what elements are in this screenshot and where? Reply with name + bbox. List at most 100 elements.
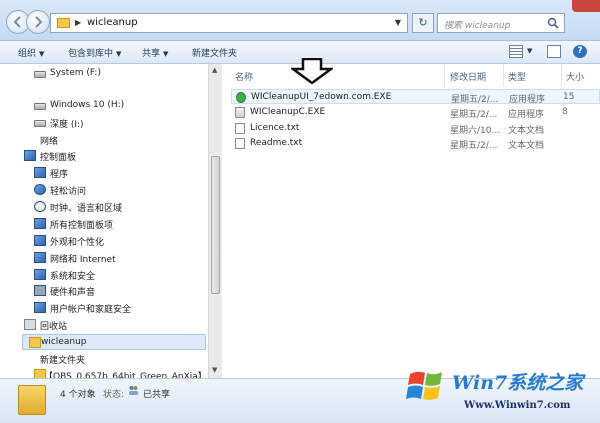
refresh-icon: ↻ <box>418 16 428 29</box>
nav-item-label: 控制面板 <box>40 153 77 163</box>
file-type: 文本文档 <box>508 141 545 151</box>
file-row[interactable]: Readme.txt 星期五/2/... 文本文档 <box>231 136 600 151</box>
system-security-icon <box>34 269 46 280</box>
navigation-pane: System (F:) Windows 10 (H:) 深度 (I:) 网络 控… <box>0 64 208 378</box>
preview-pane-icon[interactable] <box>547 45 561 58</box>
nav-item-label: 网络 <box>40 137 59 147</box>
new-folder-button[interactable]: 新建文件夹 <box>192 46 237 59</box>
network-internet-icon <box>34 252 46 263</box>
nav-item-label: 回收站 <box>40 322 68 332</box>
nav-item-label: 【OBS_0.657b_64bit_Green_AnXia】 <box>44 372 207 378</box>
folder-icon <box>18 385 46 415</box>
file-size: 8 <box>562 107 568 117</box>
explorer-window: ▶ wicleanup ▼ ↻ 搜索 wicleanup 组织 ▼ 包含到库中 ▼ … <box>0 0 600 423</box>
column-header-type[interactable]: 类型 <box>508 70 526 83</box>
watermark-brand: Win7系统之家 <box>452 372 584 394</box>
nav-item-label: 硬件和声音 <box>50 288 96 298</box>
view-dropdown-icon[interactable]: ▼ <box>527 47 532 55</box>
file-type: 文本文档 <box>508 126 545 136</box>
breadcrumb[interactable]: wicleanup <box>87 17 138 28</box>
column-separator[interactable] <box>503 64 504 86</box>
file-date: 星期六/10... <box>450 126 501 136</box>
nav-item-all-control-panel-items[interactable]: 所有控制面板项 <box>34 216 204 232</box>
share-menu[interactable]: 共享 ▼ <box>142 46 168 59</box>
file-name: WICleanupUI_7edown.com.EXE <box>251 92 392 102</box>
nav-item-label: 网络和 Internet <box>50 255 116 265</box>
nav-item-windows-10-h[interactable]: Windows 10 (H:) <box>34 98 204 114</box>
column-header-size[interactable]: 大小 <box>566 70 584 83</box>
organize-menu[interactable]: 组织 ▼ <box>18 46 44 59</box>
nav-item-system-f[interactable]: System (F:) <box>34 66 204 82</box>
nav-item-network[interactable]: 网络 <box>40 132 200 148</box>
file-row[interactable]: WICleanupUI_7edown.com.EXE 星期五/2/... 应用程… <box>231 89 600 105</box>
drive-icon <box>34 120 46 127</box>
nav-item-programs[interactable]: 程序 <box>34 165 204 181</box>
scrollbar-thumb[interactable] <box>211 156 220 294</box>
nav-item-label: 程序 <box>50 170 69 180</box>
watermark-url: Www.Winwin7.com <box>464 400 571 411</box>
column-separator[interactable] <box>561 64 562 86</box>
state-label: 状态: <box>103 390 125 400</box>
user-accounts-icon <box>34 302 46 313</box>
nav-item-accessibility[interactable]: 轻松访问 <box>34 182 204 198</box>
navigation-scrollbar[interactable]: ▲ ▼ <box>208 64 222 378</box>
forward-button[interactable] <box>26 10 50 34</box>
include-in-library-menu[interactable]: 包含到库中 ▼ <box>68 46 121 59</box>
nav-item-new-folder[interactable]: 新建文件夹 <box>40 351 200 367</box>
recycle-bin-icon <box>24 319 36 330</box>
file-date: 星期五/2/... <box>450 141 498 151</box>
nav-item-label: System (F:) <box>50 68 101 78</box>
search-icon[interactable] <box>547 17 559 29</box>
text-file-icon <box>235 123 245 134</box>
search-box[interactable]: 搜索 wicleanup <box>437 13 565 33</box>
address-dropdown-icon[interactable]: ▼ <box>395 18 401 27</box>
nav-item-label: 外观和个性化 <box>50 238 105 248</box>
watermark: Win7系统之家 Www.Winwin7.com <box>398 362 598 420</box>
control-panel-items-icon <box>34 218 46 229</box>
search-input[interactable]: 搜索 wicleanup <box>444 18 510 31</box>
nav-item-obs-folder[interactable]: 【OBS_0.657b_64bit_Green_AnXia】 <box>34 367 207 378</box>
column-header-date[interactable]: 修改日期 <box>450 70 486 83</box>
chevron-down-icon: ▼ <box>39 50 45 58</box>
nav-item-network-internet[interactable]: 网络和 Internet <box>34 250 204 266</box>
state-value: 已共享 <box>143 390 171 400</box>
chevron-down-icon: ▼ <box>116 50 122 58</box>
column-header-name[interactable]: 名称 <box>235 70 253 83</box>
nav-item-user-accounts[interactable]: 用户帐户和家庭安全 <box>34 300 204 316</box>
nav-item-recycle-bin[interactable]: 回收站 <box>24 317 204 333</box>
column-separator[interactable] <box>444 64 445 86</box>
nav-item-label: wicleanup <box>41 337 87 347</box>
accessibility-icon <box>34 184 46 195</box>
close-button[interactable] <box>572 0 600 12</box>
chevron-down-icon: ▼ <box>163 50 169 58</box>
refresh-button[interactable]: ↻ <box>412 13 434 33</box>
address-bar[interactable]: ▶ wicleanup ▼ <box>50 13 408 33</box>
file-row[interactable]: WICleanupC.EXE 星期五/2/... 应用程序 8 <box>231 105 600 120</box>
nav-item-hardware-sound[interactable]: 硬件和声音 <box>34 283 204 299</box>
nav-item-wicleanup[interactable]: wicleanup <box>22 334 206 350</box>
programs-icon <box>34 167 46 178</box>
file-size: 15 <box>563 92 575 102</box>
scroll-down-icon[interactable]: ▼ <box>212 366 217 374</box>
text-file-icon <box>235 138 245 149</box>
nav-item-control-panel[interactable]: 控制面板 <box>24 148 204 164</box>
nav-item-label: 深度 (I:) <box>50 120 84 130</box>
help-icon[interactable]: ? <box>573 45 587 58</box>
nav-item-appearance[interactable]: 外观和个性化 <box>34 233 204 249</box>
file-row[interactable]: Licence.txt 星期六/10... 文本文档 <box>231 121 600 136</box>
nav-item-label: Windows 10 (H:) <box>50 100 125 110</box>
scroll-up-icon[interactable]: ▲ <box>212 66 217 74</box>
nav-item-clock-language-region[interactable]: 时钟、语言和区域 <box>34 199 204 215</box>
exe-green-icon <box>236 92 246 103</box>
appearance-icon <box>34 235 46 246</box>
file-date: 星期五/2/... <box>450 110 498 120</box>
back-arrow-icon <box>13 16 21 28</box>
nav-item-label: 新建文件夹 <box>40 356 86 366</box>
title-bar: ▶ wicleanup ▼ ↻ 搜索 wicleanup <box>0 0 600 41</box>
file-list: 名称 修改日期 类型 大小 WICleanupUI_7edown.com.EXE… <box>223 58 600 378</box>
nav-item-system-security[interactable]: 系统和安全 <box>34 267 204 283</box>
nav-item-label: 系统和安全 <box>50 272 96 282</box>
view-options-icon[interactable] <box>509 45 523 58</box>
nav-item-shendu-i[interactable]: 深度 (I:) <box>34 115 204 131</box>
breadcrumb-arrow-icon[interactable]: ▶ <box>75 18 81 27</box>
